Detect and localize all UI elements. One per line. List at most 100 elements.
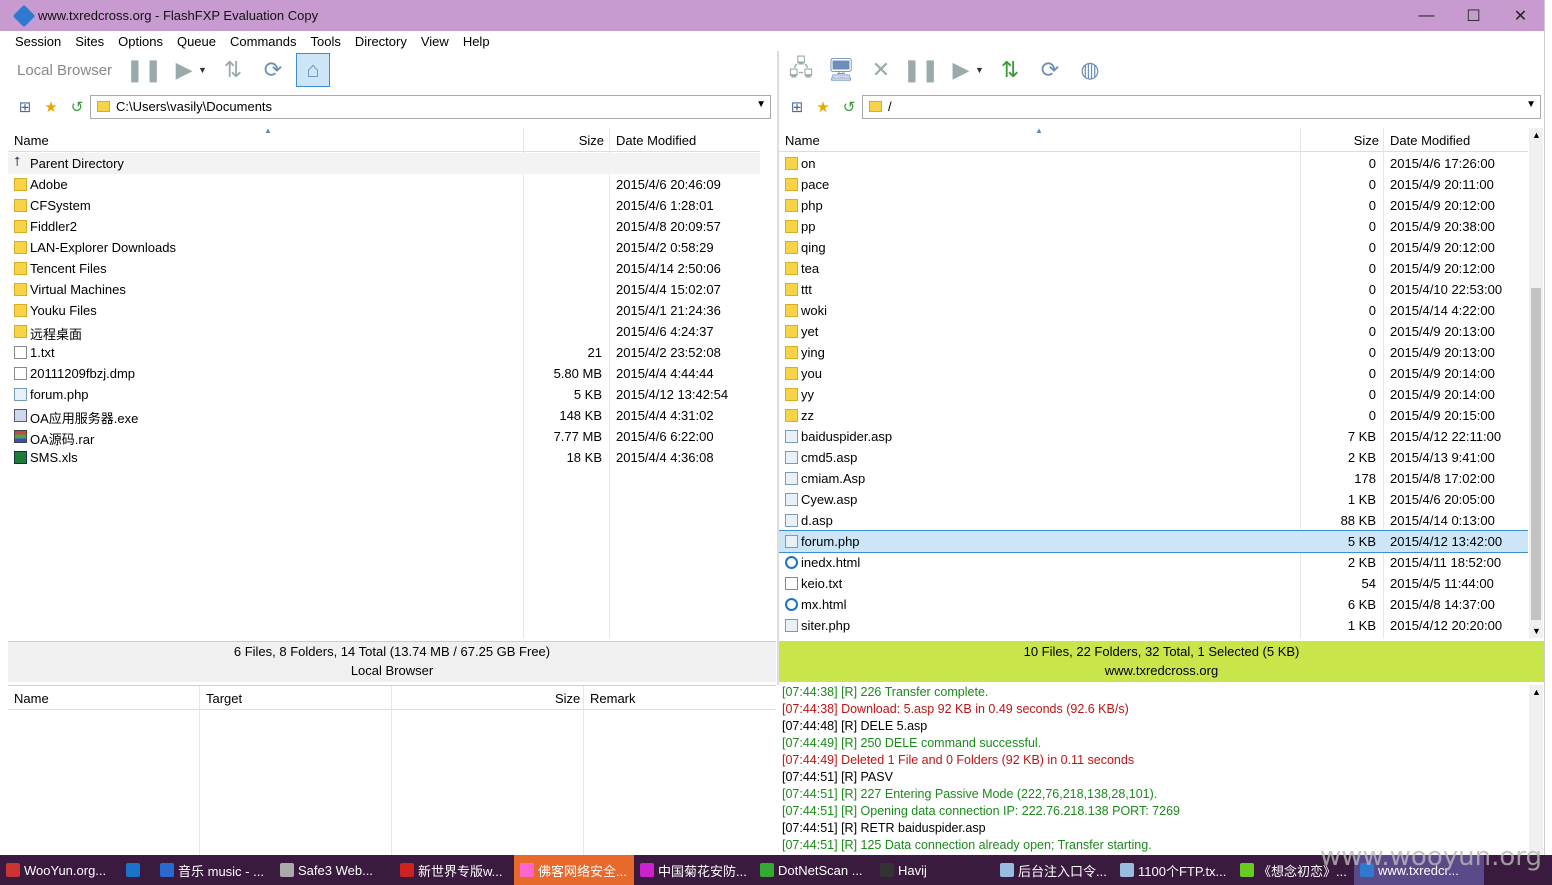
table-row[interactable]: CFSystem 2015/4/6 1:28:01	[8, 195, 760, 216]
taskbar-item[interactable]: WooYun.org...	[0, 855, 120, 885]
globe-icon[interactable]: ◍	[1073, 53, 1107, 87]
chevron-down-icon[interactable]: ▼	[756, 99, 766, 110]
table-row[interactable]: 20111209fbzj.dmp 5.80 MB 2015/4/4 4:44:44	[8, 363, 760, 384]
left-scrollbar[interactable]	[760, 128, 774, 638]
right-scrollbar[interactable]: ▲ ▼	[1529, 128, 1543, 638]
taskbar-item[interactable]: Safe3 Web...	[274, 855, 394, 885]
table-row[interactable]: ⭡ Parent Directory	[8, 153, 760, 174]
favorites-star-icon[interactable]: ★	[41, 97, 61, 117]
favorites-star-icon[interactable]: ★	[813, 97, 833, 117]
taskbar-item[interactable]: 音乐 music - ...	[154, 855, 274, 885]
table-row[interactable]: Cyew.asp 1 KB 2015/4/6 20:05:00	[779, 489, 1528, 510]
taskbar-item[interactable]: 后台注入口令...	[994, 855, 1114, 885]
menu-options[interactable]: Options	[111, 34, 170, 49]
column-date[interactable]: Date Modified	[616, 133, 696, 148]
table-row[interactable]: OA源码.rar 7.77 MB 2015/4/6 6:22:00	[8, 426, 760, 447]
play-icon[interactable]: ▶	[167, 53, 201, 87]
column-size[interactable]: Size	[579, 133, 604, 148]
queue-column-remark[interactable]: Remark	[590, 691, 636, 706]
table-row[interactable]: pace 0 2015/4/9 20:11:00	[779, 174, 1528, 195]
taskbar-item[interactable]: Havij	[874, 855, 994, 885]
table-row[interactable]: ttt 0 2015/4/10 22:53:00	[779, 279, 1528, 300]
table-row[interactable]: pp 0 2015/4/9 20:38:00	[779, 216, 1528, 237]
maximize-button[interactable]: ☐	[1450, 0, 1497, 31]
table-row[interactable]: 远程桌面 2015/4/6 4:24:37	[8, 321, 760, 342]
disconnect-icon[interactable]: 🖥	[824, 53, 858, 87]
home-icon[interactable]: ⌂	[295, 53, 330, 87]
close-button[interactable]: ✕	[1497, 0, 1544, 31]
chevron-down-icon[interactable]: ▼	[1526, 99, 1536, 110]
local-file-list[interactable]: Name ▲ Size Date Modified ⭡ Parent Direct…	[8, 128, 760, 638]
taskbar-item[interactable]: DotNetScan ...	[754, 855, 874, 885]
table-row[interactable]: you 0 2015/4/9 20:14:00	[779, 363, 1528, 384]
queue-column-target[interactable]: Target	[206, 691, 242, 706]
play-dropdown-icon[interactable]: ▼	[198, 65, 207, 75]
scroll-up-icon[interactable]: ▲	[1532, 130, 1541, 140]
refresh-arrow-icon[interactable]: ↺	[839, 97, 859, 117]
table-row[interactable]: 1.txt 21 2015/4/2 23:52:08	[8, 342, 760, 363]
taskbar-item[interactable]	[120, 855, 154, 885]
menu-sites[interactable]: Sites	[68, 34, 111, 49]
queue-column-name[interactable]: Name	[14, 691, 49, 706]
menu-queue[interactable]: Queue	[170, 34, 223, 49]
transfer-queue[interactable]: Name Target Size Remark	[8, 685, 776, 855]
table-row[interactable]: cmiam.Asp 178 2015/4/8 17:02:00	[779, 468, 1528, 489]
transfer-icon[interactable]: ⇅	[216, 53, 250, 87]
taskbar-item[interactable]: 新世界专版w...	[394, 855, 514, 885]
column-date[interactable]: Date Modified	[1390, 133, 1470, 148]
queue-column-size[interactable]: Size	[555, 691, 580, 706]
left-path-input[interactable]: C:\Users\vasily\Documents ▼	[90, 94, 771, 119]
session-log[interactable]: [07:44:38] [R] 226 Transfer complete. [07…	[779, 685, 1528, 855]
column-name[interactable]: Name	[785, 133, 820, 148]
taskbar-item[interactable]: 1100个FTP.tx...	[1114, 855, 1234, 885]
taskbar-item[interactable]: 佛客网络安全...	[514, 855, 634, 885]
tree-icon[interactable]: ⊞	[787, 97, 807, 117]
table-row[interactable]: mx.html 6 KB 2015/4/8 14:37:00	[779, 594, 1528, 615]
table-row[interactable]: qing 0 2015/4/9 20:12:00	[779, 237, 1528, 258]
table-row[interactable]: d.asp 88 KB 2015/4/14 0:13:00	[779, 510, 1528, 531]
table-row[interactable]: siter.php 1 KB 2015/4/12 20:20:00	[779, 615, 1528, 636]
table-row[interactable]: Adobe 2015/4/6 20:46:09	[8, 174, 760, 195]
column-size[interactable]: Size	[1354, 133, 1379, 148]
table-row[interactable]: keio.txt 54 2015/4/5 11:44:00	[779, 573, 1528, 594]
table-row[interactable]: ying 0 2015/4/9 20:13:00	[779, 342, 1528, 363]
taskbar-item[interactable]: 中国菊花安防...	[634, 855, 754, 885]
table-row[interactable]: zz 0 2015/4/9 20:15:00	[779, 405, 1528, 426]
play-dropdown-icon[interactable]: ▼	[975, 65, 984, 75]
table-row[interactable]: forum.php 5 KB 2015/4/12 13:42:00	[779, 530, 1528, 553]
table-row[interactable]: inedx.html 2 KB 2015/4/11 18:52:00	[779, 552, 1528, 573]
table-row[interactable]: Youku Files 2015/4/1 21:24:36	[8, 300, 760, 321]
remote-file-list[interactable]: Name ▲ Size Date Modified on 0 2015/4/6 17…	[779, 128, 1528, 638]
transfer-icon[interactable]: ⇅	[993, 53, 1027, 87]
scroll-thumb[interactable]	[1531, 288, 1541, 620]
menu-directory[interactable]: Directory	[348, 34, 414, 49]
refresh-icon[interactable]: ⟳	[256, 53, 290, 87]
table-row[interactable]: on 0 2015/4/6 17:26:00	[779, 153, 1528, 174]
scroll-up-icon[interactable]: ▲	[1532, 687, 1541, 697]
menu-session[interactable]: Session	[8, 34, 68, 49]
local-browser-label[interactable]: Local Browser	[17, 62, 112, 79]
menu-commands[interactable]: Commands	[223, 34, 303, 49]
table-row[interactable]: yet 0 2015/4/9 20:13:00	[779, 321, 1528, 342]
scroll-down-icon[interactable]: ▼	[1532, 626, 1541, 636]
menu-tools[interactable]: Tools	[303, 34, 347, 49]
minimize-button[interactable]: —	[1403, 0, 1450, 31]
refresh-icon[interactable]: ⟳	[1033, 53, 1067, 87]
right-path-input[interactable]: / ▼	[862, 94, 1541, 119]
play-icon[interactable]: ▶	[944, 53, 978, 87]
table-row[interactable]: Tencent Files 2015/4/14 2:50:06	[8, 258, 760, 279]
abort-icon[interactable]: ✕	[864, 53, 898, 87]
table-row[interactable]: woki 0 2015/4/14 4:22:00	[779, 300, 1528, 321]
table-row[interactable]: php 0 2015/4/9 20:12:00	[779, 195, 1528, 216]
menu-help[interactable]: Help	[456, 34, 497, 49]
table-row[interactable]: Virtual Machines 2015/4/4 15:02:07	[8, 279, 760, 300]
log-scrollbar[interactable]: ▲	[1529, 685, 1543, 855]
table-row[interactable]: baiduspider.asp 7 KB 2015/4/12 22:11:00	[779, 426, 1528, 447]
pause-icon[interactable]: ❚❚	[126, 53, 163, 87]
connect-icon[interactable]: 🖧	[784, 53, 818, 87]
table-row[interactable]: forum.php 5 KB 2015/4/12 13:42:54	[8, 384, 760, 405]
pause-icon[interactable]: ❚❚	[903, 53, 940, 87]
table-row[interactable]: LAN-Explorer Downloads 2015/4/2 0:58:29	[8, 237, 760, 258]
menu-view[interactable]: View	[414, 34, 456, 49]
table-row[interactable]: OA应用服务器.exe 148 KB 2015/4/4 4:31:02	[8, 405, 760, 426]
